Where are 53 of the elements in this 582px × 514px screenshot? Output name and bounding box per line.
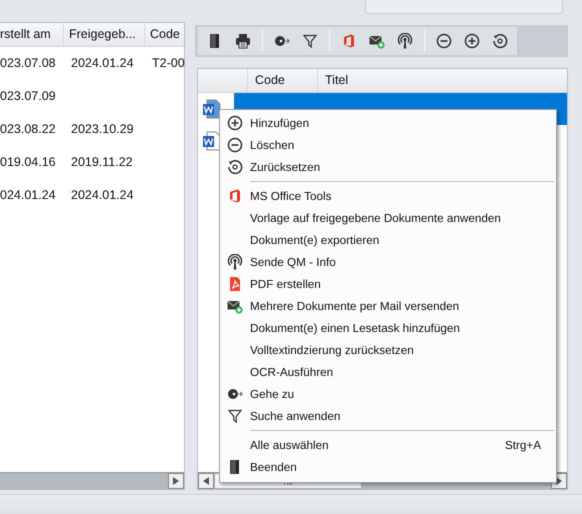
menu-item[interactable]: Volltextindzierung zurücksetzen — [220, 339, 556, 361]
menu-item[interactable]: Löschen — [220, 134, 556, 156]
menu-item[interactable]: MS Office Tools — [220, 185, 556, 207]
menu-item[interactable]: Mehrere Dokumente per Mail versenden — [220, 295, 556, 317]
menu-item[interactable]: Suche anwenden — [220, 405, 556, 427]
table-cell-text: 2024.01.24 — [70, 56, 135, 70]
menu-item[interactable]: Beenden — [220, 456, 556, 478]
antenna-icon — [227, 254, 243, 270]
mail-plus-icon — [369, 32, 385, 49]
table-cell-text: T2-00 — [151, 56, 184, 70]
reset-icon — [227, 159, 243, 175]
office-icon — [227, 188, 243, 204]
table-cell-text: 024.01.24 — [0, 188, 57, 202]
antenna-icon — [397, 32, 413, 49]
pdf-icon — [227, 276, 243, 292]
table-cell-text: 2024.01.24 — [70, 188, 135, 202]
printer-icon — [235, 32, 251, 49]
menu-item[interactable]: Hinzufügen — [220, 112, 556, 134]
triangle-left-icon — [203, 477, 209, 486]
arrow-icon — [227, 386, 243, 402]
table-cell-text: 023.07.08 — [0, 56, 57, 70]
scroll-left-button[interactable] — [198, 473, 214, 490]
menu-item[interactable]: Vorlage auf freigegebene Dokumente anwenden — [220, 207, 556, 229]
horizontal-scrollbar[interactable] — [0, 472, 184, 490]
menu-item[interactable]: Zurücksetzen — [220, 156, 556, 178]
table-cell-text: 019.04.16 — [0, 155, 57, 170]
menu-item[interactable]: PDF erstellen — [220, 273, 556, 295]
table-cell-text: 2023.10.29 — [70, 122, 135, 136]
minus-circle-icon — [436, 32, 452, 49]
mail-plus-icon — [227, 298, 243, 314]
reset-icon — [492, 32, 508, 49]
column-header[interactable]: Titel — [318, 68, 567, 92]
menu-item[interactable]: Gehe zu — [220, 383, 556, 405]
office-icon — [341, 32, 357, 49]
column-header[interactable]: rstellt am — [0, 22, 64, 46]
triangle-right-icon — [173, 477, 179, 486]
scroll-right-button[interactable] — [168, 473, 184, 490]
filter-icon — [227, 408, 243, 424]
plus-circle-icon — [227, 115, 243, 131]
plus-circle-icon — [464, 32, 480, 49]
filter-icon — [302, 32, 318, 49]
table-cell-text: 023.07.09 — [0, 89, 57, 104]
minus-circle-icon — [227, 137, 243, 153]
menu-item[interactable]: Dokument(e) exportieren — [220, 229, 556, 251]
column-header[interactable]: Freigegeb... — [64, 22, 145, 46]
table-cell-text: 2019.11.22 — [70, 155, 134, 170]
menu-item[interactable]: Sende QM - Info — [220, 251, 556, 273]
table-cell-text: 023.08.22 — [0, 122, 57, 136]
menu-item[interactable]: OCR-Ausführen — [220, 361, 556, 383]
menu-item[interactable]: Dokument(e) einen Lesetask hinzufügen — [220, 317, 556, 339]
menu-item[interactable]: Alle auswählen Strg+A — [220, 434, 556, 456]
column-header[interactable]: Code — [145, 22, 184, 46]
column-header[interactable]: Code — [248, 68, 318, 92]
